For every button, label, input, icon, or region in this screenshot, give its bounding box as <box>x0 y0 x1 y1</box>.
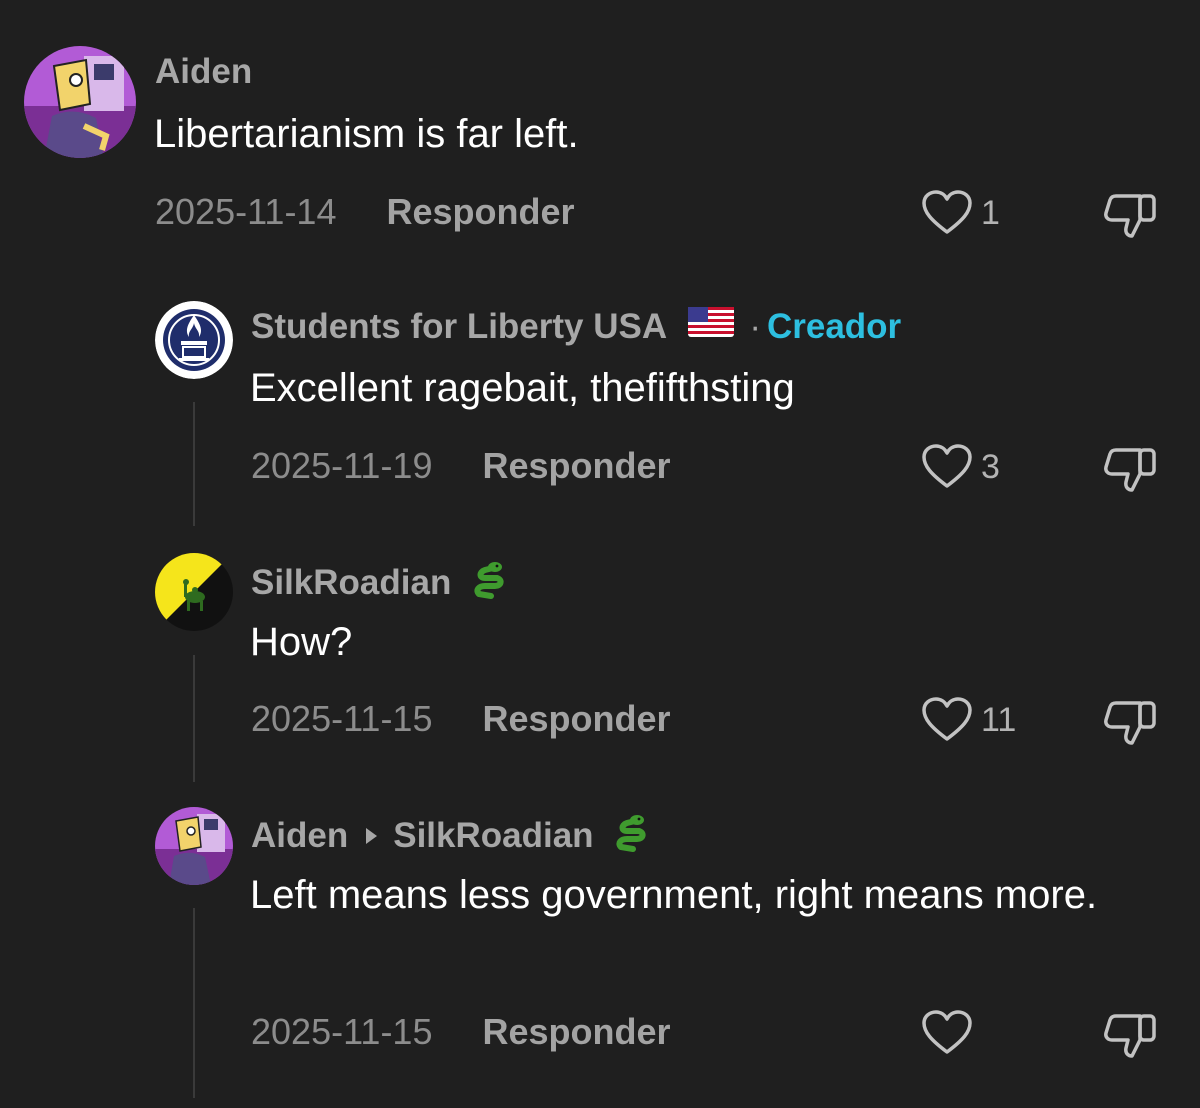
reply-button[interactable]: Responder <box>482 445 670 486</box>
username-text[interactable]: Aiden <box>155 52 252 91</box>
comment: Aiden SilkRoadian Left means less governm… <box>0 790 1200 1108</box>
heart-outline-icon <box>922 444 972 488</box>
username-text[interactable]: SilkRoadian <box>251 563 451 602</box>
username-text[interactable]: Aiden <box>251 816 348 855</box>
comment-date: 2025-11-15 <box>251 698 433 739</box>
comment: Aiden Libertarianism is far left. 2025-1… <box>0 0 1200 260</box>
reply-button[interactable]: Responder <box>482 1011 670 1052</box>
comment-meta: 2025-11-19 Responder <box>251 446 671 486</box>
comment-date: 2025-11-19 <box>251 445 433 486</box>
comment-username[interactable]: Aiden <box>155 52 252 92</box>
comment-meta: 2025-11-14 Responder <box>155 192 575 232</box>
thumbs-down-icon <box>1104 194 1156 238</box>
creator-badge: Creador <box>766 307 902 346</box>
snake-emoji <box>615 813 649 862</box>
dislike-button[interactable] <box>1102 444 1160 499</box>
like-count: 3 <box>981 448 1000 486</box>
like-button[interactable]: 3 <box>921 444 1000 490</box>
thumbs-down-icon <box>1104 1014 1156 1058</box>
thread-line <box>193 908 195 1098</box>
reply-to-username[interactable]: SilkRoadian <box>393 816 593 855</box>
like-button[interactable] <box>921 1010 981 1056</box>
heart-outline-icon <box>922 1010 972 1054</box>
comment-meta: 2025-11-15 Responder <box>251 1012 671 1052</box>
avatar[interactable] <box>155 807 233 885</box>
snake-emoji <box>473 560 507 609</box>
comment-text: Libertarianism is far left. <box>154 112 579 156</box>
comment-username[interactable]: SilkRoadian <box>251 560 507 609</box>
like-count: 11 <box>981 701 1017 739</box>
heart-outline-icon <box>922 190 972 234</box>
comment: SilkRoadian How? 2025-11-15 Responder 11 <box>0 530 1200 790</box>
reply-button[interactable]: Responder <box>482 698 670 739</box>
comment: Students for Liberty USA · Creador Excell… <box>0 270 1200 530</box>
avatar[interactable] <box>155 301 233 379</box>
comment-meta: 2025-11-15 Responder <box>251 699 671 739</box>
thumbs-down-icon <box>1104 701 1156 745</box>
comment-text: Left means less government, right means … <box>250 873 1098 917</box>
like-button[interactable]: 1 <box>921 190 1000 236</box>
thread-line <box>193 655 195 782</box>
like-count: 1 <box>981 194 1000 232</box>
comment-username[interactable]: Students for Liberty USA · Creador <box>251 306 902 349</box>
thread-line <box>193 402 195 526</box>
comment-text: Excellent ragebait, thefifthsting <box>250 366 795 410</box>
dislike-button[interactable] <box>1102 1010 1160 1065</box>
comment-text: How? <box>250 620 353 664</box>
dislike-button[interactable] <box>1102 190 1160 245</box>
reply-arrow-icon <box>366 827 378 844</box>
comment-username[interactable]: Aiden SilkRoadian <box>251 813 649 862</box>
us-flag-emoji <box>687 306 734 346</box>
avatar[interactable] <box>24 46 136 158</box>
avatar[interactable] <box>155 553 233 631</box>
separator-dot: · <box>749 307 761 346</box>
reply-button[interactable]: Responder <box>386 191 574 232</box>
comment-date: 2025-11-14 <box>155 191 337 232</box>
dislike-button[interactable] <box>1102 697 1160 752</box>
thumbs-down-icon <box>1104 448 1156 492</box>
heart-outline-icon <box>922 697 972 741</box>
like-button[interactable]: 11 <box>921 697 1016 743</box>
comment-date: 2025-11-15 <box>251 1011 433 1052</box>
username-text[interactable]: Students for Liberty USA <box>251 307 666 346</box>
